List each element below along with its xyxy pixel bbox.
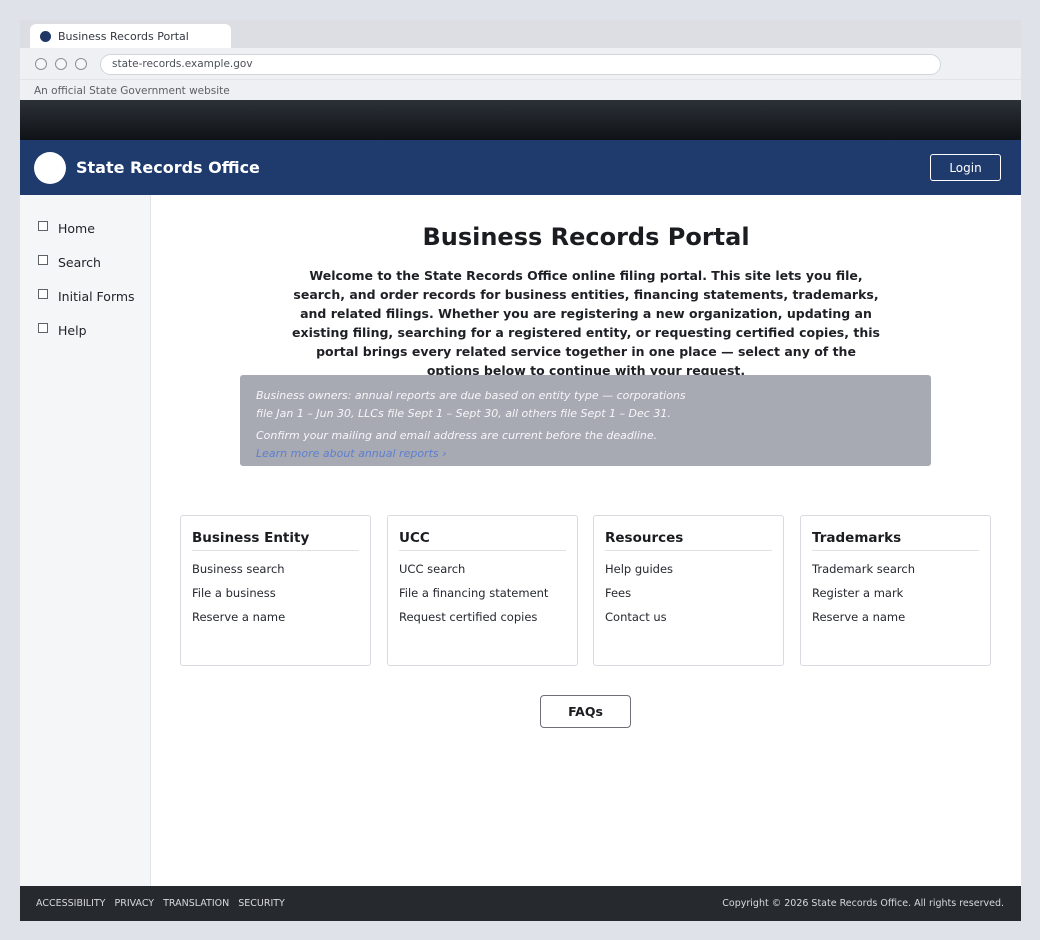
footer-links: ACCESSIBILITY PRIVACY TRANSLATION SECURI… — [36, 886, 294, 921]
url-input[interactable]: state-records.example.gov — [100, 54, 941, 75]
card-trademarks: Trademarks Trademark search Register a m… — [800, 515, 991, 666]
browser-tab[interactable]: Business Records Portal — [30, 24, 231, 48]
card-link[interactable]: Register a mark — [812, 587, 979, 600]
footer-link-translation[interactable]: TRANSLATION — [163, 898, 229, 909]
annual-report-notice: Business owners: annual reports are due … — [240, 375, 931, 466]
copyright-text: Copyright © 2026 State Records Office. A… — [722, 898, 1004, 909]
footer-link-accessibility[interactable]: ACCESSIBILITY — [36, 898, 105, 909]
site-header: State Records Office Login — [20, 140, 1021, 195]
sidebar-item-label: Help — [58, 322, 87, 338]
card-link[interactable]: File a business — [192, 587, 359, 600]
card-link[interactable]: Help guides — [605, 563, 772, 576]
sidebar-item-label: Home — [58, 220, 95, 236]
footer-link-privacy[interactable]: PRIVACY — [114, 898, 154, 909]
card-link[interactable]: Request certified copies — [399, 611, 566, 624]
card-resources: Resources Help guides Fees Contact us — [593, 515, 784, 666]
sidebar-item-initial-forms[interactable]: Initial Forms — [38, 287, 135, 305]
card-title: Trademarks — [812, 530, 979, 551]
gov-banner: An official State Government website — [20, 80, 1021, 100]
checkbox-icon — [38, 255, 48, 265]
sidebar-item-home[interactable]: Home — [38, 219, 95, 237]
window-control-icon[interactable] — [35, 58, 47, 70]
card-link[interactable]: Business search — [192, 563, 359, 576]
sidebar-item-label: Initial Forms — [58, 288, 135, 304]
card-link[interactable]: Fees — [605, 587, 772, 600]
site-name: State Records Office — [76, 158, 260, 177]
sidebar-item-label: Search — [58, 254, 101, 270]
tab-title: Business Records Portal — [58, 29, 189, 43]
card-ucc: UCC UCC search File a financing statemen… — [387, 515, 578, 666]
footer-link-security[interactable]: SECURITY — [238, 898, 285, 909]
checkbox-icon — [38, 221, 48, 231]
card-link[interactable]: UCC search — [399, 563, 566, 576]
card-business-entity: Business Entity Business search File a b… — [180, 515, 371, 666]
sidebar: Home Search Initial Forms Help — [20, 195, 151, 886]
window-control-icon[interactable] — [55, 58, 67, 70]
card-link[interactable]: Reserve a name — [812, 611, 979, 624]
main-content: Business Records Portal Welcome to the S… — [151, 195, 1021, 886]
faqs-button[interactable]: FAQs — [540, 695, 631, 728]
checkbox-icon — [38, 323, 48, 333]
seal-logo-icon — [34, 152, 66, 184]
card-title: Business Entity — [192, 530, 359, 551]
card-link[interactable]: Trademark search — [812, 563, 979, 576]
card-link[interactable]: Contact us — [605, 611, 772, 624]
card-link[interactable]: Reserve a name — [192, 611, 359, 624]
card-link[interactable]: File a financing statement — [399, 587, 566, 600]
intro-text: Welcome to the State Records Office onli… — [292, 268, 880, 378]
checkbox-icon — [38, 289, 48, 299]
notice-text: Confirm your mailing and email address a… — [256, 429, 658, 442]
login-button[interactable]: Login — [930, 154, 1001, 181]
favicon-icon — [40, 30, 51, 42]
card-title: Resources — [605, 530, 772, 551]
card-title: UCC — [399, 530, 566, 551]
site-footer: ACCESSIBILITY PRIVACY TRANSLATION SECURI… — [20, 886, 1021, 921]
sidebar-item-help[interactable]: Help — [38, 321, 87, 339]
page-title: Business Records Portal — [422, 223, 750, 251]
annual-reports-link[interactable]: Learn more about annual reports › — [256, 445, 915, 463]
window-control-icon[interactable] — [75, 58, 87, 70]
notice-text: Business owners: annual reports are due … — [256, 389, 686, 420]
tab-strip: Business Records Portal — [20, 20, 1021, 48]
browser-window: Business Records Portal state-records.ex… — [20, 20, 1021, 921]
address-bar: state-records.example.gov — [20, 48, 1021, 80]
hero-band — [20, 100, 1021, 140]
sidebar-item-search[interactable]: Search — [38, 253, 101, 271]
